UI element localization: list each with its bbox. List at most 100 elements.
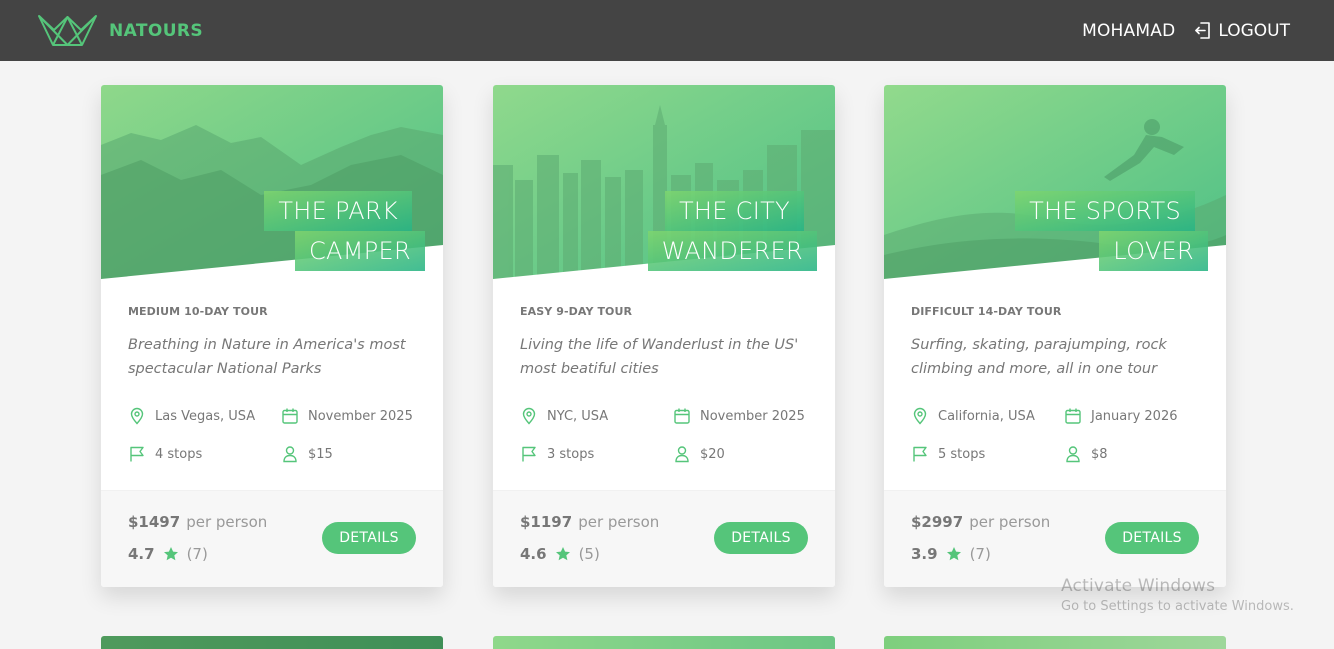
star-icon [555, 547, 570, 561]
tour-title-line2: LOVER [1099, 231, 1208, 271]
tour-summary: Living the life of Wanderlust in the US'… [520, 337, 799, 377]
star-icon [163, 547, 178, 561]
map-pin-icon [522, 407, 536, 425]
tour-title: THE SPORTS LOVER [1015, 191, 1208, 271]
tour-group: $20 [673, 445, 725, 463]
tour-date-text: November 2025 [700, 408, 805, 424]
tour-details: MEDIUM 10-DAY TOUR Breathing in Nature i… [128, 305, 428, 463]
tour-difficulty: EASY 9-DAY TOUR [520, 305, 633, 318]
tour-location: California, USA [911, 407, 1035, 425]
tour-price-line: $2997 per person [911, 513, 1050, 531]
tour-date: November 2025 [673, 407, 805, 425]
tour-group: $15 [281, 445, 333, 463]
tour-card: THE CITY WANDERER EASY 9-DAY TOUR Living… [493, 85, 835, 587]
logout-label: LOGOUT [1218, 20, 1290, 41]
tour-rating: 4.7 (7) [128, 545, 208, 563]
tour-rating: 4.6 (5) [520, 545, 600, 563]
tour-rating: 3.9 (7) [911, 545, 991, 563]
tour-footer: $1497 per person 4.7 (7) DETAILS [101, 490, 443, 587]
brand-logo-link[interactable]: NATOURS [37, 14, 203, 47]
brand-name: NATOURS [109, 20, 204, 41]
tour-price: $2997 [911, 513, 964, 531]
tour-details: EASY 9-DAY TOUR Living the life of Wande… [520, 305, 820, 463]
tour-date: November 2025 [281, 407, 413, 425]
tour-location-text: California, USA [938, 408, 1035, 424]
user-name-link[interactable]: MOHAMAD [1082, 21, 1175, 41]
tour-stops: 5 stops [911, 445, 985, 463]
tour-title: THE PARK CAMPER [264, 191, 425, 271]
site-header: NATOURS MOHAMAD LOGOUT [0, 0, 1334, 61]
logout-icon [1195, 22, 1211, 39]
tour-location: Las Vegas, USA [128, 407, 255, 425]
tour-image: THE SPORTS LOVER [884, 85, 1226, 279]
rating-average: 4.6 [520, 545, 547, 563]
rating-count: (7) [186, 545, 208, 563]
next-tour-card-peek [101, 636, 443, 649]
tour-stops-text: 5 stops [938, 446, 986, 462]
tour-price: $1497 [128, 513, 181, 531]
details-button[interactable]: DETAILS [1105, 522, 1199, 554]
tour-date-text: January 2026 [1091, 408, 1178, 424]
rating-average: 4.7 [128, 545, 155, 563]
tour-group-text: $8 [1091, 446, 1108, 462]
tour-location: NYC, USA [520, 407, 608, 425]
tour-stops: 3 stops [520, 445, 594, 463]
tour-difficulty: MEDIUM 10-DAY TOUR [128, 305, 268, 318]
details-button[interactable]: DETAILS [714, 522, 808, 554]
tour-summary: Breathing in Nature in America's most sp… [128, 337, 406, 377]
calendar-icon [282, 408, 298, 424]
tour-title-line1: THE CITY [664, 191, 804, 231]
tour-group-text: $15 [308, 446, 333, 462]
rating-average: 3.9 [911, 545, 938, 563]
tour-difficulty: DIFFICULT 14-DAY TOUR [911, 305, 1062, 318]
tour-stops: 4 stops [128, 445, 202, 463]
tour-details: DIFFICULT 14-DAY TOUR Surfing, skating, … [911, 305, 1211, 463]
flag-icon [913, 446, 927, 462]
tour-footer: $2997 per person 3.9 (7) DETAILS [884, 490, 1226, 587]
details-button[interactable]: DETAILS [322, 522, 416, 554]
tour-card: THE SPORTS LOVER DIFFICULT 14-DAY TOUR S… [884, 85, 1226, 587]
tour-title: THE CITY WANDERER [647, 191, 817, 271]
per-person-label: per person [969, 513, 1051, 531]
tour-price-line: $1497 per person [128, 513, 267, 531]
tour-title-line1: THE PARK [264, 191, 412, 231]
tour-location-text: NYC, USA [547, 408, 609, 424]
per-person-label: per person [578, 513, 660, 531]
user-nav: MOHAMAD LOGOUT [1082, 21, 1290, 41]
flag-icon [522, 446, 536, 462]
tour-price-line: $1197 per person [520, 513, 659, 531]
flag-icon [130, 446, 144, 462]
logout-link[interactable]: LOGOUT [1194, 21, 1290, 41]
tour-stops-text: 3 stops [547, 446, 595, 462]
tour-group-text: $20 [700, 446, 725, 462]
tour-date-text: November 2025 [308, 408, 413, 424]
next-tour-card-peek [493, 636, 835, 649]
next-tour-card-peek [884, 636, 1226, 649]
user-icon [675, 446, 689, 463]
watermark-subtitle: Go to Settings to activate Windows. [1061, 599, 1294, 614]
calendar-icon [1065, 408, 1081, 424]
watermark-title: Activate Windows [1061, 576, 1216, 596]
tour-title-line2: WANDERER [647, 231, 817, 271]
tour-footer: $1197 per person 4.6 (5) DETAILS [493, 490, 835, 587]
tour-image: THE PARK CAMPER [101, 85, 443, 279]
tour-date: January 2026 [1064, 407, 1178, 425]
tour-title-line1: THE SPORTS [1015, 191, 1195, 231]
tour-title-line2: CAMPER [295, 231, 425, 271]
activate-windows-watermark: Activate Windows Go to Settings to activ… [1061, 576, 1294, 614]
tour-stops-text: 4 stops [155, 446, 203, 462]
calendar-icon [674, 408, 690, 424]
tour-group: $8 [1064, 445, 1108, 463]
rating-count: (7) [969, 545, 991, 563]
user-icon [1066, 446, 1080, 463]
tour-location-text: Las Vegas, USA [155, 408, 256, 424]
tour-summary: Surfing, skating, parajumping, rock clim… [911, 337, 1167, 377]
user-icon [283, 446, 297, 463]
star-icon [946, 547, 961, 561]
crown-logo-icon [38, 15, 97, 46]
map-pin-icon [913, 407, 927, 425]
rating-count: (5) [578, 545, 600, 563]
tour-price: $1197 [520, 513, 573, 531]
per-person-label: per person [186, 513, 268, 531]
tour-image: THE CITY WANDERER [493, 85, 835, 279]
